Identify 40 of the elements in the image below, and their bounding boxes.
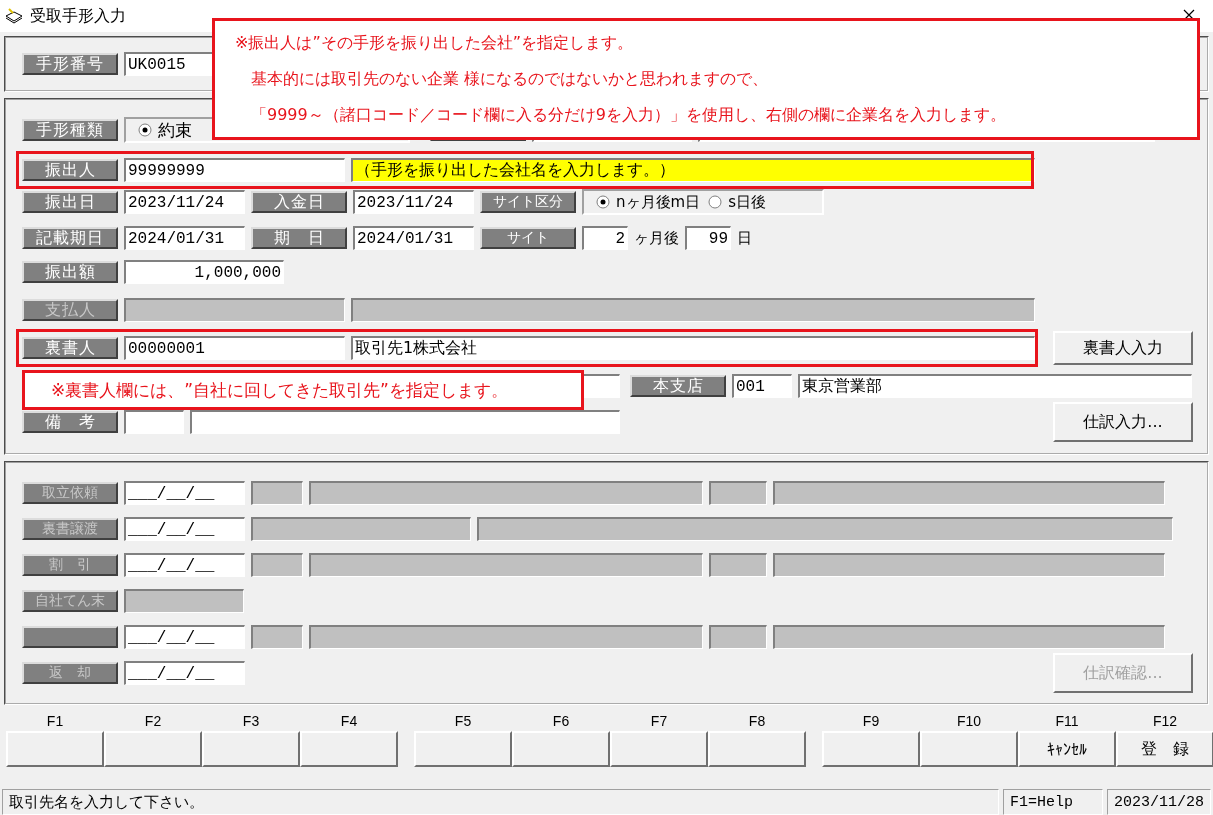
function-key-label: F12 [1152, 712, 1178, 731]
field-label: 取立依頼 [22, 482, 118, 504]
field-label: 本支店 [630, 375, 726, 397]
function-key-label: F1 [46, 712, 64, 731]
function-key-label: F2 [144, 712, 162, 731]
annotation-text: ※振出人は”その手形を振り出した会社”を指定します。 [235, 32, 634, 54]
annotation-text: 「9999～（諸口コード／コード欄に入る分だけ9を入力）」を使用し、右側の欄に企業名を入力します。 [250, 104, 1007, 126]
function-key-label: F4 [340, 712, 358, 731]
function-key-label: F3 [242, 712, 260, 731]
field-label: 割 引 [22, 554, 118, 576]
unit-label: ヶ月後 [634, 228, 679, 248]
function-key-label: F10 [956, 712, 982, 731]
function-key-label: F11 [1055, 712, 1079, 731]
status-date: 2023/11/28 [1107, 789, 1211, 815]
annotation-text: ※裏書人欄には、”自社に回してきた取引先”を指定します。 [51, 378, 508, 402]
field-label: 入金日 [251, 191, 347, 213]
field-label: 裏書人 [22, 337, 118, 359]
function-key-label: F9 [862, 712, 880, 731]
function-key-label: F5 [454, 712, 472, 731]
field-label: 振出日 [22, 191, 118, 213]
help-hint: F1=Help [1003, 789, 1103, 815]
status-message: 取引先名を入力して下さい。 [2, 789, 999, 815]
field-label: サイト [480, 227, 576, 249]
field-label: 返 却 [22, 662, 118, 684]
field-label: 記載期日 [22, 227, 118, 249]
field-label: 備 考 [22, 411, 118, 433]
field-label: 振出人 [22, 159, 118, 181]
field-label: 支払人 [22, 299, 118, 321]
window-title: 受取手形入力 [30, 5, 126, 27]
function-key-label: F7 [650, 712, 668, 731]
function-key-label: F6 [552, 712, 570, 731]
field-label: 裏書譲渡 [22, 518, 118, 540]
field-label: サイト区分 [480, 191, 576, 213]
field-label: 自社てん末 [22, 590, 118, 612]
unit-label: 日 [737, 228, 752, 248]
field-label: 手形種類 [22, 119, 118, 141]
field-label: 期 日 [251, 227, 347, 249]
field-label: 振出額 [22, 261, 118, 283]
field-label: 手形番号 [22, 53, 118, 75]
function-key-label: F8 [748, 712, 766, 731]
